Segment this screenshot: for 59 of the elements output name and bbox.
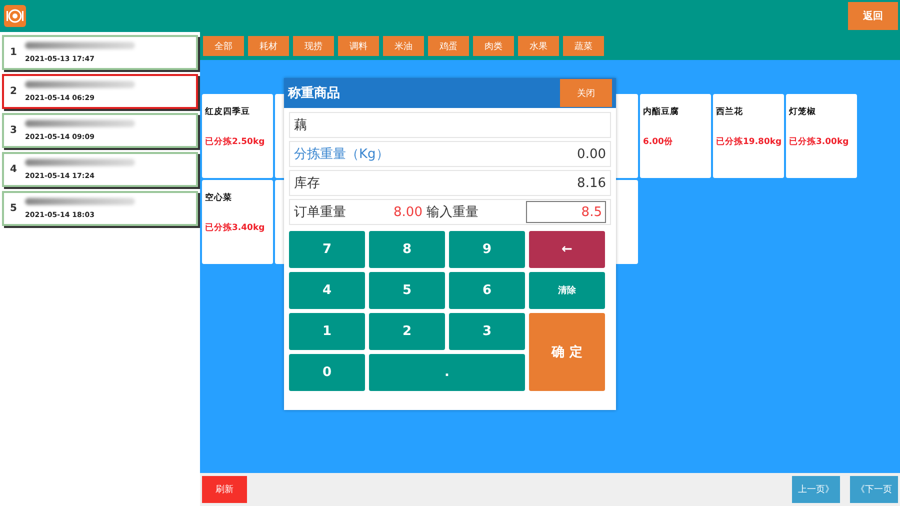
keypad-key[interactable]: 1: [289, 313, 365, 350]
product-name: 藕: [294, 117, 307, 134]
category-tab[interactable]: 肉类: [473, 36, 514, 56]
product-card[interactable]: 灯笼椒 已分拣3.00kg: [786, 94, 857, 178]
product-name: 西兰花: [716, 106, 744, 118]
keypad-key[interactable]: 清除: [529, 272, 605, 309]
order-number: 3: [10, 125, 17, 136]
field-label: 订单重量: [294, 204, 346, 221]
product-status: 已分拣3.40kg: [205, 222, 266, 234]
keypad-key[interactable]: 2: [369, 313, 445, 350]
field-label: 输入重量: [426, 204, 478, 221]
category-tab[interactable]: 现捞: [293, 36, 334, 56]
field-label: 分拣重量（Kg）: [294, 146, 389, 163]
product-card[interactable]: 空心菜 已分拣3.40kg: [202, 180, 273, 264]
keypad-key[interactable]: 3: [449, 313, 525, 350]
keypad-key[interactable]: 6: [449, 272, 525, 309]
keypad-key[interactable]: 0: [289, 354, 365, 391]
product-status: 6.00份: [643, 136, 674, 148]
keypad-key[interactable]: ←: [529, 231, 605, 268]
category-tab[interactable]: 耗材: [248, 36, 289, 56]
logo-icon: [4, 5, 26, 27]
product-card[interactable]: 西兰花 已分拣19.80kg: [713, 94, 784, 178]
product-name: 空心菜: [205, 192, 233, 204]
field-value: 8.16: [577, 176, 606, 190]
product-status: 已分拣3.00kg: [789, 136, 850, 148]
keypad-key[interactable]: 8: [369, 231, 445, 268]
product-status: 已分拣19.80kg: [716, 136, 781, 148]
dialog-title: 称重商品: [288, 84, 340, 102]
weight-input[interactable]: 8.5: [526, 201, 606, 223]
back-button[interactable]: 返回: [848, 2, 898, 30]
category-tab[interactable]: 蔬菜: [563, 36, 604, 56]
order-number: 5: [10, 203, 17, 214]
product-name: 灯笼椒: [789, 106, 817, 118]
keypad-key[interactable]: 5: [369, 272, 445, 309]
category-tab[interactable]: 全部: [203, 36, 244, 56]
order-number: 4: [10, 164, 17, 175]
field-value: 0.00: [577, 146, 606, 162]
prev-page-button[interactable]: 上一页》: [792, 476, 840, 503]
product-name: 内酯豆腐: [643, 106, 680, 118]
keypad-key[interactable]: 9: [449, 231, 525, 268]
keypad-key[interactable]: 7: [289, 231, 365, 268]
field-label: 库存: [294, 175, 320, 192]
product-card[interactable]: 内酯豆腐 6.00份: [640, 94, 711, 178]
category-tab[interactable]: 米油: [383, 36, 424, 56]
keypad-key[interactable]: 确 定: [529, 313, 605, 391]
category-tab[interactable]: 水果: [518, 36, 559, 56]
category-tab[interactable]: 鸡蛋: [428, 36, 469, 56]
product-status: 已分拣2.50kg: [205, 136, 266, 148]
field-value: 8.00: [394, 204, 422, 220]
order-number: 1: [10, 47, 17, 58]
keypad-key[interactable]: 4: [289, 272, 365, 309]
close-button[interactable]: 关闭: [560, 79, 612, 107]
product-card[interactable]: 红皮四季豆 已分拣2.50kg: [202, 94, 273, 178]
category-tab[interactable]: 调料: [338, 36, 379, 56]
order-number: 2: [10, 86, 17, 97]
keypad-key[interactable]: .: [369, 354, 525, 391]
next-page-button[interactable]: 《下一页: [850, 476, 898, 503]
product-name: 红皮四季豆: [205, 106, 251, 118]
refresh-button[interactable]: 刷新: [202, 476, 247, 503]
